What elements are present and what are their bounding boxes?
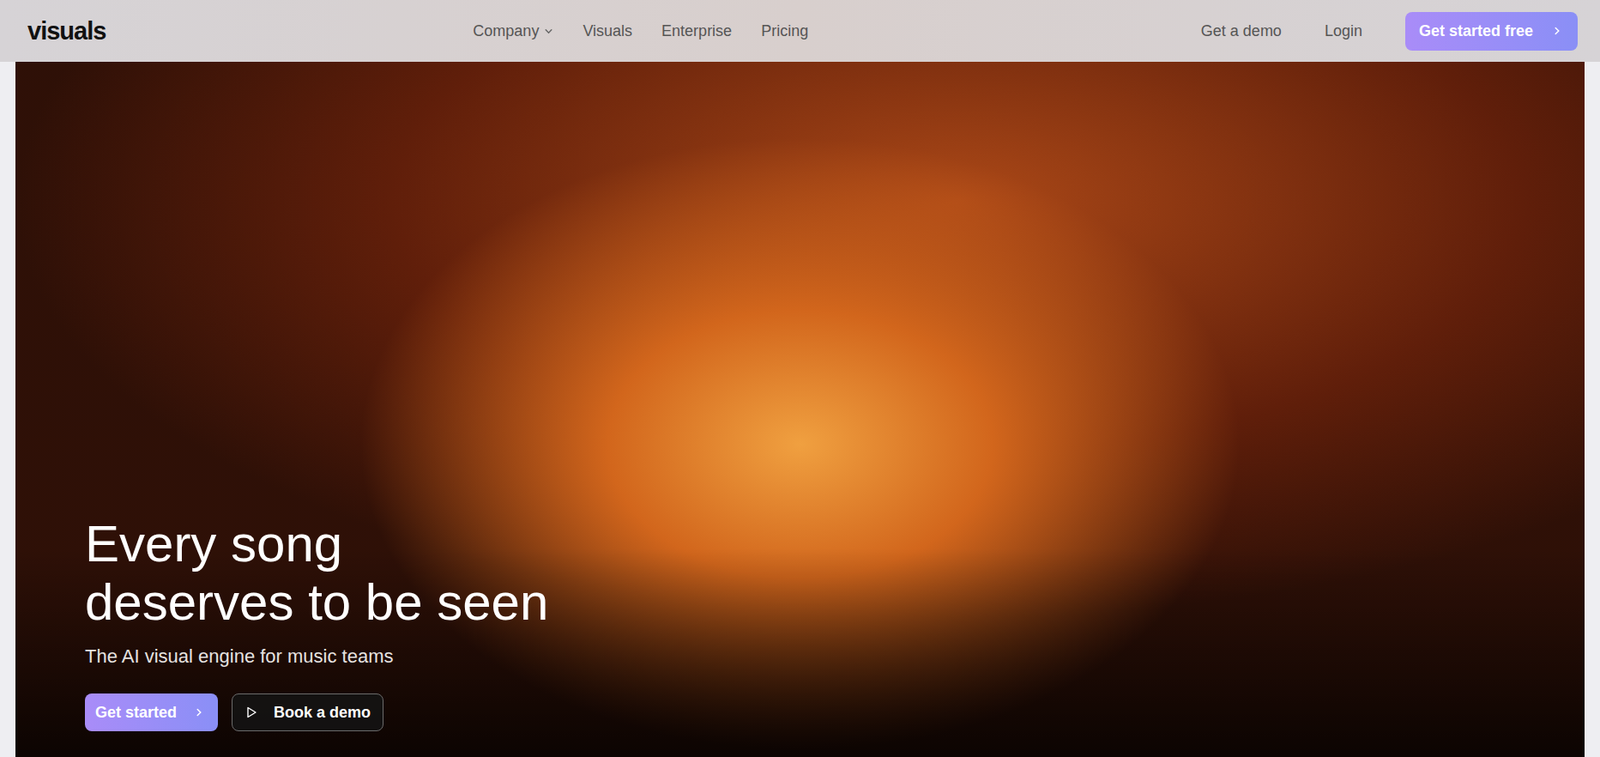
book-demo-button[interactable]: Book a demo	[231, 693, 384, 731]
chevron-right-icon	[1551, 25, 1563, 37]
hero-banner: Every songdeserves to be seen The AI visu…	[15, 61, 1585, 757]
main-nav: Company Visuals Enterprise Pricing	[472, 22, 809, 41]
nav-item[interactable]: Visuals	[582, 22, 633, 41]
landing-page: visuals Company Visuals Enterprise Pricing Ge…	[0, 0, 1600, 757]
get-started-free-button[interactable]: Get started free	[1405, 12, 1578, 51]
get-started-button[interactable]: Get started	[84, 693, 218, 731]
nav-item[interactable]: Pricing	[760, 22, 809, 41]
hero-title: Every songdeserves to be seen	[84, 514, 1585, 632]
hero-subtitle: The AI visual engine for music teams	[84, 645, 1585, 668]
chevron-right-icon	[193, 706, 205, 718]
nav-item[interactable]: Company	[472, 22, 554, 41]
nav-item[interactable]: Enterprise	[661, 22, 732, 41]
header-actions: Get a demo Login Get started free	[1201, 12, 1578, 51]
logo[interactable]: visuals	[27, 17, 106, 46]
get-demo-link[interactable]: Get a demo	[1201, 22, 1282, 41]
hero-content: Every songdeserves to be seen The AI visu…	[15, 514, 1585, 757]
top-bar: visuals Company Visuals Enterprise Pricing Ge…	[0, 0, 1600, 62]
hero-buttons: Get started Book a demo	[84, 693, 1585, 731]
play-icon	[244, 705, 259, 719]
login-link[interactable]: Login	[1324, 22, 1363, 41]
chevron-down-icon	[543, 26, 554, 37]
